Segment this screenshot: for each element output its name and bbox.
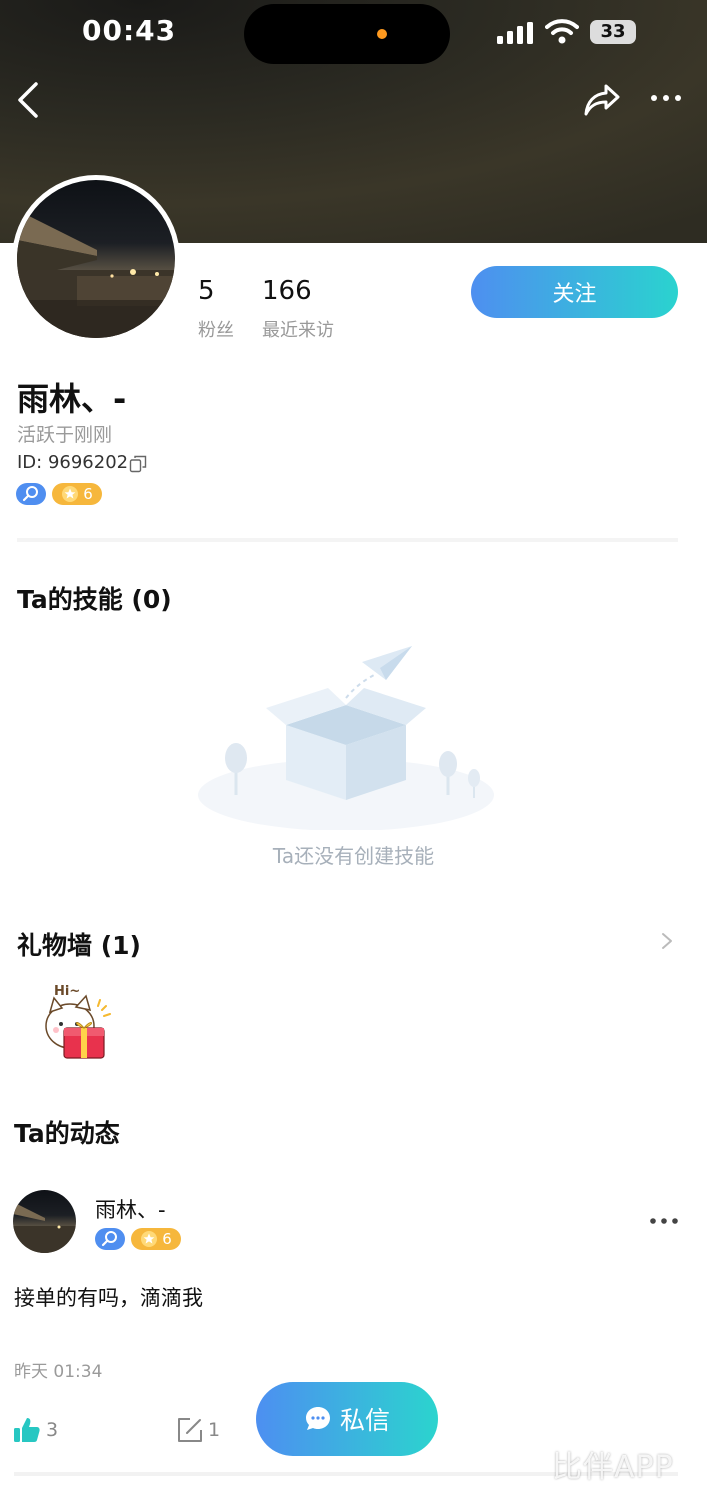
- level-badge: 6: [52, 483, 102, 505]
- post-search-badge: [95, 1228, 125, 1250]
- user-id: ID: 9696202: [17, 452, 129, 473]
- share-icon[interactable]: [582, 82, 622, 118]
- battery-indicator: 33: [590, 20, 636, 44]
- visitors-count[interactable]: 166: [262, 276, 312, 306]
- mic-indicator: [377, 29, 387, 39]
- badge-search-icon: [22, 486, 38, 502]
- wifi-icon: [545, 19, 579, 44]
- gift-cat-sticker[interactable]: Hi~: [40, 980, 116, 1064]
- more-icon[interactable]: [648, 88, 684, 108]
- post-level-badge: 6: [131, 1228, 181, 1250]
- post-badge-search-icon: [101, 1231, 117, 1247]
- active-status: 活跃于刚刚: [17, 424, 113, 446]
- moments-title: Ta的动态: [14, 1119, 120, 1148]
- chat-bubble-icon: [305, 1407, 330, 1430]
- post-avatar-photo: [13, 1202, 76, 1253]
- like-count: 3: [46, 1419, 59, 1441]
- avatar-photo: [17, 210, 175, 338]
- post-time: 昨天 01:34: [14, 1362, 103, 1382]
- visitors-label[interactable]: 最近来访: [262, 316, 334, 342]
- follow-button[interactable]: 关注: [471, 266, 678, 318]
- skills-empty-text: Ta还没有创建技能: [272, 844, 435, 868]
- private-message-button[interactable]: 私信: [256, 1382, 438, 1456]
- search-badge: [16, 483, 46, 505]
- gift-hi-text: Hi~: [54, 984, 80, 999]
- like-icon[interactable]: [13, 1416, 41, 1444]
- skills-title: Ta的技能 (0): [17, 585, 172, 614]
- copy-icon[interactable]: [129, 455, 147, 473]
- post-level-value: 6: [162, 1230, 172, 1248]
- followers-label[interactable]: 粉丝: [198, 316, 234, 342]
- avatar[interactable]: [17, 180, 175, 338]
- post-more-icon[interactable]: [648, 1212, 680, 1230]
- comment-count: 1: [208, 1419, 221, 1441]
- gift-wall-title[interactable]: 礼物墙 (1): [17, 926, 141, 962]
- post-star-icon: [141, 1231, 158, 1247]
- level-value: 6: [83, 485, 93, 503]
- dynamic-island: [244, 4, 450, 64]
- star-icon: [62, 486, 79, 502]
- post-author-name[interactable]: 雨林、-: [95, 1194, 166, 1224]
- empty-box-illustration: [198, 646, 494, 830]
- followers-count[interactable]: 5: [198, 276, 215, 306]
- user-name: 雨林、-: [17, 380, 127, 418]
- app-watermark: 比伴APP: [552, 1450, 674, 1485]
- signal-icon: [497, 22, 533, 44]
- section-divider: [17, 538, 678, 542]
- private-message-label: 私信: [339, 1406, 390, 1435]
- back-icon[interactable]: [14, 80, 46, 120]
- post-avatar[interactable]: [13, 1190, 76, 1253]
- chevron-right-icon[interactable]: [660, 931, 674, 951]
- comment-icon[interactable]: [176, 1416, 204, 1444]
- post-content: 接单的有吗，滴滴我: [14, 1286, 203, 1310]
- status-time: 00:43: [82, 14, 177, 47]
